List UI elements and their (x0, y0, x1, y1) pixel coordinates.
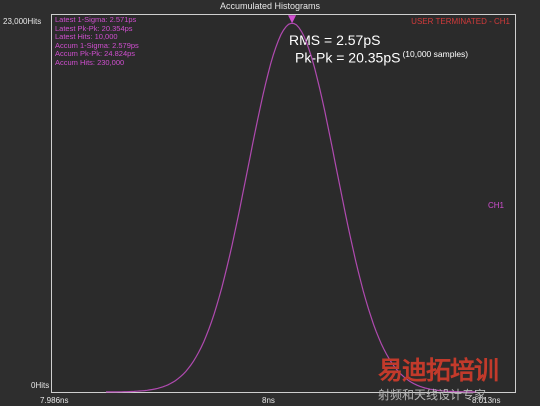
watermark-logo: 易迪拓培训 (378, 357, 499, 385)
peak-marker-icon[interactable] (288, 15, 297, 24)
histogram-graph (106, 15, 477, 393)
watermark-tagline: 射频和天线设计专家 (378, 388, 487, 402)
histogram-curve (106, 22, 477, 393)
